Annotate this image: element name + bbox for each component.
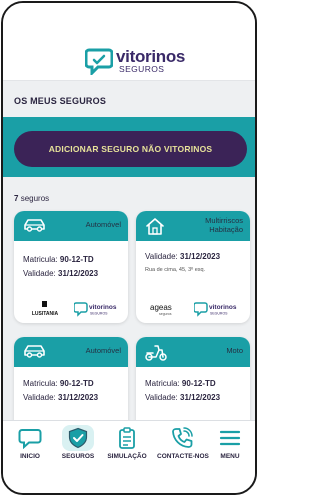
shield-check-icon: [68, 427, 88, 449]
nav-label: SEGUROS: [61, 453, 95, 460]
validity-label: Validade:: [145, 393, 178, 402]
card-plate: Matricula: 90-12-TD: [23, 255, 94, 264]
house-icon: [146, 218, 164, 235]
ageas-logo: ageas seguros: [150, 303, 172, 316]
card-type: Automóvel: [85, 346, 121, 355]
card-validity: Validade: 31/12/2023: [145, 252, 220, 261]
car-icon: [24, 219, 45, 232]
card-type-line2: Habitação: [209, 225, 243, 234]
brand-logo[interactable]: vitorinos SEGUROS: [85, 47, 195, 77]
validity-value: 31/12/2023: [58, 393, 99, 402]
nav-label: CONTACTE-NOS: [157, 453, 209, 460]
clipboard-icon: [119, 427, 135, 449]
nav-label: INICIO: [20, 453, 40, 460]
svg-text:SEGUROS: SEGUROS: [90, 312, 108, 316]
card-type: Moto: [226, 346, 243, 355]
chat-bubble-icon: [18, 429, 42, 449]
add-insurance-button[interactable]: ADICIONAR SEGURO NÃO VITORINOS: [14, 131, 247, 167]
card-validity: Validade: 31/12/2023: [23, 269, 98, 278]
bottom-nav: INICIO SEGUROS SIMULAÇÃO CONTACTE-NOS ME…: [3, 420, 255, 493]
card-logos: ageas seguros vitorinos SEGUROS: [136, 301, 250, 317]
phone-icon: [172, 427, 193, 448]
scooter-icon: [145, 345, 167, 361]
plate-label: Matricula:: [145, 379, 180, 388]
validity-value: 31/12/2023: [180, 393, 221, 402]
hamburger-menu-icon: [219, 430, 241, 446]
card-address: Rua de cima, 45, 3º esq.: [145, 267, 206, 273]
brand-name: vitorinos: [116, 47, 186, 66]
card-type: Multirriscos Habitação: [205, 216, 243, 234]
validity-label: Validade:: [145, 252, 178, 261]
svg-text:vitorinos: vitorinos: [89, 304, 117, 311]
card-header: Automóvel: [14, 337, 128, 367]
validity-value: 31/12/2023: [58, 269, 99, 278]
svg-text:vitorinos: vitorinos: [209, 304, 237, 311]
page-title: OS MEUS SEGUROS: [14, 96, 107, 106]
card-logos: LUSITANIA vitorinos SEGUROS: [14, 301, 128, 317]
card-type: Automóvel: [85, 220, 121, 229]
insurance-count-label: seguros: [20, 194, 50, 203]
phone-frame: vitorinos SEGUROS OS MEUS SEGUROS ADICIO…: [1, 1, 257, 495]
vitorinos-small-logo: vitorinos SEGUROS: [74, 302, 117, 317]
plate-value: 90-12-TD: [59, 379, 94, 388]
card-plate: Matricula: 90-12-TD: [145, 379, 216, 388]
brand-subtitle: SEGUROS: [119, 64, 165, 74]
svg-text:seguros: seguros: [159, 312, 172, 316]
validity-label: Validade:: [23, 269, 56, 278]
card-validity: Validade: 31/12/2023: [145, 393, 220, 402]
insurance-count-number: 7: [14, 194, 19, 203]
plate-value: 90-12-TD: [59, 255, 94, 264]
nav-label: SIMULAÇÃO: [107, 453, 147, 460]
insurance-count: 7 seguros: [14, 194, 49, 203]
vitorinos-small-logo: vitorinos SEGUROS: [194, 302, 237, 317]
svg-text:LUSITANIA: LUSITANIA: [32, 311, 59, 317]
svg-text:ageas: ageas: [150, 303, 172, 312]
insurance-card-automovel[interactable]: Automóvel Matricula: 90-12-TD Validade: …: [14, 211, 128, 323]
plate-label: Matricula:: [23, 255, 58, 264]
svg-text:SEGUROS: SEGUROS: [210, 312, 228, 316]
nav-label: MENU: [220, 453, 240, 460]
card-validity: Validade: 31/12/2023: [23, 393, 98, 402]
insurance-card-multirriscos[interactable]: Multirriscos Habitação Validade: 31/12/2…: [136, 211, 250, 323]
car-icon: [24, 345, 45, 358]
card-header: Multirriscos Habitação: [136, 211, 250, 241]
validity-value: 31/12/2023: [180, 252, 221, 261]
plate-value: 90-12-TD: [181, 379, 216, 388]
card-header: Moto: [136, 337, 250, 367]
plate-label: Matricula:: [23, 379, 58, 388]
card-type-line1: Multirriscos: [205, 216, 243, 225]
validity-label: Validade:: [23, 393, 56, 402]
vitorinos-logo-icon: [85, 48, 113, 75]
lusitania-logo: LUSITANIA: [32, 301, 59, 317]
card-plate: Matricula: 90-12-TD: [23, 379, 94, 388]
app-header: vitorinos SEGUROS: [3, 3, 255, 81]
card-header: Automóvel: [14, 211, 128, 241]
